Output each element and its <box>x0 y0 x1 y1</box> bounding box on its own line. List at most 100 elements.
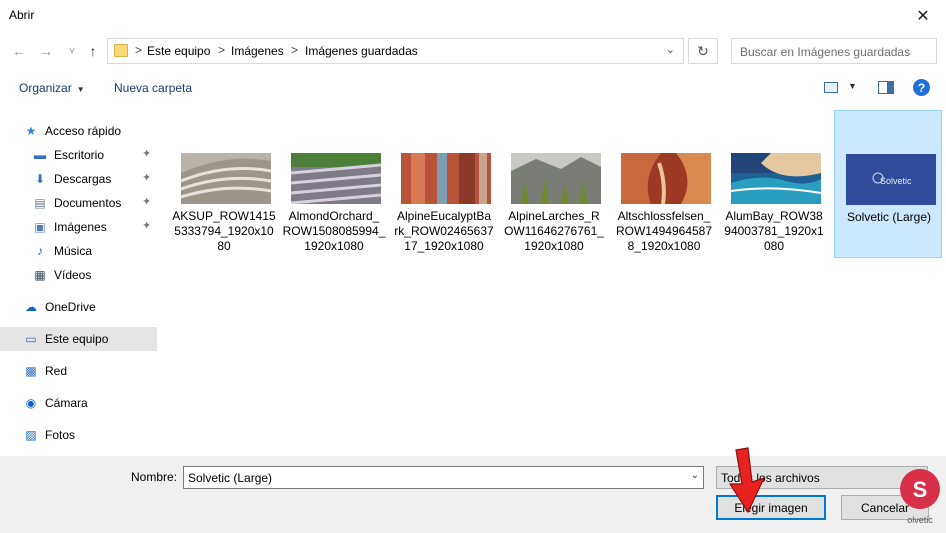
sidebar-item-descargas[interactable]: ⬇ Descargas ✦ <box>0 167 157 191</box>
file-name-line: 5333794_1920x10 <box>174 224 274 238</box>
sidebar-item-acceso-rápido[interactable]: ★ Acceso rápido <box>0 119 157 143</box>
breadcrumb-separator: > <box>135 43 143 57</box>
sidebar-item-red[interactable]: ▩ Red <box>0 359 157 383</box>
folder-icon <box>114 44 128 57</box>
refresh-icon: ↻ <box>697 42 709 59</box>
image-thumbnail <box>511 153 601 204</box>
file-name-line: Altschlossfelsen_ <box>617 209 711 223</box>
file-name-line: Solvetic (Large) <box>846 210 932 224</box>
address-bar[interactable]: > Este equipo > Imágenes > Imágenes guar… <box>107 38 684 64</box>
breadcrumb-este-equipo[interactable]: Este equipo <box>147 44 210 58</box>
file-name-label: AlpineEucalyptBa rk_ROW02465637 17_1920x10… <box>392 209 496 254</box>
file-name-line: 1920x1080 <box>524 239 584 253</box>
window-title: Abrir <box>9 8 35 22</box>
up-arrow-icon[interactable]: ↑ <box>84 41 102 61</box>
sidebar-item-label: Imágenes <box>54 220 107 234</box>
sidebar-item-vídeos[interactable]: ▦ Vídeos <box>0 263 157 287</box>
file-name-input[interactable]: Solvetic (Large) ⌄ <box>183 466 704 489</box>
file-name-label: AlpineLarches_R OW11646276761_ 1920x1080 <box>502 209 606 254</box>
network-icon: ▩ <box>25 364 37 378</box>
sidebar-item-label: Música <box>54 244 93 258</box>
pin-icon[interactable]: ✦ <box>142 195 151 208</box>
organize-label: Organizar <box>19 81 72 95</box>
file-item[interactable]: Solvetic Solvetic (Large) <box>834 110 942 258</box>
this-pc-icon: ▭ <box>25 332 37 346</box>
file-name-line: rk_ROW02465637 <box>394 224 494 238</box>
breadcrumb-separator: > <box>218 43 226 57</box>
preview-pane-icon[interactable] <box>878 81 894 94</box>
title-bar: Abrir ✕ <box>0 0 946 31</box>
forward-arrow-icon[interactable]: → <box>37 41 55 61</box>
file-name-label: Solvetic (Large) <box>837 210 941 225</box>
file-name-line: OW11646276761_ <box>504 224 604 238</box>
view-options-icon[interactable] <box>824 82 838 93</box>
file-item[interactable]: Altschlossfelsen_ ROW1494964587 8_1920x108… <box>610 110 718 258</box>
file-name-line: AlmondOrchard_ <box>288 209 380 223</box>
pin-icon[interactable]: ✦ <box>142 171 151 184</box>
breadcrumb-imagenes-guardadas[interactable]: Imágenes guardadas <box>305 44 418 58</box>
sidebar-item-label: Documentos <box>54 196 122 210</box>
file-name-label: Altschlossfelsen_ ROW1494964587 8_1920x108… <box>612 209 716 254</box>
sidebar-item-música[interactable]: ♪ Música <box>0 239 157 263</box>
caret-down-icon: ▼ <box>76 85 85 94</box>
file-name-value: Solvetic (Large) <box>188 471 273 485</box>
caret-down-icon[interactable]: ▼ <box>848 81 857 91</box>
pin-icon[interactable]: ✦ <box>142 219 151 232</box>
file-item[interactable]: AlpineLarches_R OW11646276761_ 1920x1080 <box>500 110 608 258</box>
sidebar-item-label: Descargas <box>54 172 112 186</box>
sidebar-item-label: Red <box>45 364 68 378</box>
file-name-label: AKSUP_ROW1415 5333794_1920x10 80 <box>172 209 276 254</box>
sidebar-item-fotos[interactable]: ▨ Fotos <box>0 423 157 447</box>
file-item[interactable]: AlpineEucalyptBa rk_ROW02465637 17_1920x10… <box>390 110 498 258</box>
image-thumbnail <box>731 153 821 204</box>
chevron-down-icon[interactable]: ⌄ <box>691 470 699 481</box>
file-name-line: AlumBay_ROW38 <box>725 209 823 223</box>
file-name-line: 80 <box>217 239 231 253</box>
sidebar-item-label: Cámara <box>45 396 88 410</box>
file-name-line: AlpineEucalyptBa <box>396 209 492 223</box>
file-name-line: 8_1920x1080 <box>627 239 701 253</box>
organize-button[interactable]: Organizar ▼ <box>19 81 85 95</box>
sidebar-item-documentos[interactable]: ▤ Documentos ✦ <box>0 191 157 215</box>
search-input[interactable]: Buscar en Imágenes guardadas <box>731 38 937 64</box>
back-arrow-icon[interactable]: ← <box>10 41 28 61</box>
sidebar-item-label: Acceso rápido <box>45 124 122 138</box>
file-name-line: AlpineLarches_R <box>508 209 600 223</box>
image-thumbnail <box>291 153 381 204</box>
sidebar-item-escritorio[interactable]: ▬ Escritorio ✦ <box>0 143 157 167</box>
sidebar-item-onedrive[interactable]: ☁ OneDrive <box>0 295 157 319</box>
file-name-label: Nombre: <box>131 470 178 484</box>
sidebar-item-label: Vídeos <box>54 268 92 282</box>
file-item[interactable]: AKSUP_ROW1415 5333794_1920x10 80 <box>170 110 278 258</box>
file-list: AKSUP_ROW1415 5333794_1920x10 80 AlmondOrch… <box>170 110 946 456</box>
sidebar-item-label: Este equipo <box>45 332 109 346</box>
chevron-down-icon[interactable]: ⌄ <box>666 43 675 56</box>
close-icon[interactable]: ✕ <box>900 0 946 31</box>
sidebar-item-imágenes[interactable]: ▣ Imágenes ✦ <box>0 215 157 239</box>
file-name-line: 17_1920x1080 <box>404 239 484 253</box>
recent-locations-icon[interactable]: ˅ <box>63 41 81 61</box>
file-item[interactable]: AlumBay_ROW38 94003781_1920x1 080 <box>720 110 828 258</box>
camera-icon: ◉ <box>25 396 37 410</box>
file-name-line: ROW1494964587 <box>615 224 713 238</box>
photos-icon: ▨ <box>25 428 37 442</box>
refresh-button[interactable]: ↻ <box>688 38 718 64</box>
new-folder-button[interactable]: Nueva carpeta <box>114 81 192 95</box>
help-icon[interactable]: ? <box>913 79 930 96</box>
breadcrumb-separator: > <box>291 43 299 57</box>
sidebar-item-este-equipo[interactable]: ▭ Este equipo <box>0 327 157 351</box>
sidebar-item-cámara[interactable]: ◉ Cámara <box>0 391 157 415</box>
sidebar-item-label: Fotos <box>45 428 76 442</box>
svg-text:S: S <box>913 477 928 502</box>
breadcrumb-imagenes[interactable]: Imágenes <box>231 44 284 58</box>
desktop-icon: ▬ <box>34 148 46 162</box>
pin-icon[interactable]: ✦ <box>142 147 151 160</box>
svg-text:Solvetic: Solvetic <box>880 176 912 186</box>
file-item[interactable]: AlmondOrchard_ ROW1508085994_ 1920x1080 <box>280 110 388 258</box>
sidebar-item-label: OneDrive <box>45 300 96 314</box>
search-placeholder: Buscar en Imágenes guardadas <box>740 45 911 59</box>
sidebar-item-label: Escritorio <box>54 148 105 162</box>
pointer-arrow-icon <box>728 447 766 514</box>
file-name-label: AlumBay_ROW38 94003781_1920x1 080 <box>722 209 826 254</box>
solvetic-logo-icon: S olvetic <box>900 469 940 525</box>
